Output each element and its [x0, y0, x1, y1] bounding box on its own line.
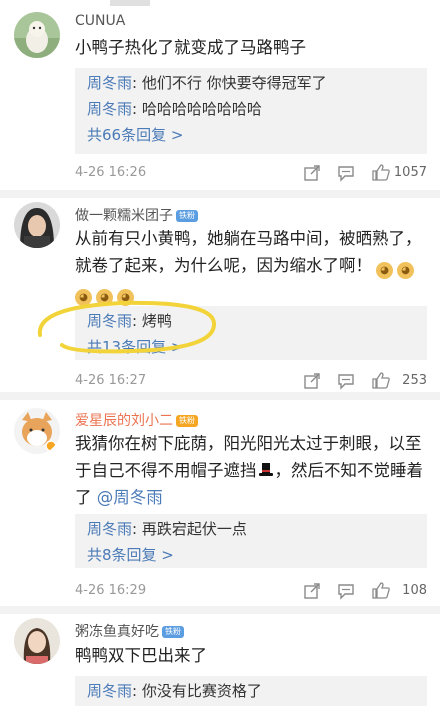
username[interactable]: 做一颗糯米团子 铁粉 [75, 205, 198, 225]
reply-line: 周冬雨: 再跌宕起伏一点 [87, 519, 247, 539]
comment-text-line: 从前有只小黄鸭，她躺在马路中间，被晒熟了， [75, 229, 422, 248]
reply-text: : 你没有比赛资格了 [132, 682, 262, 700]
username[interactable]: 爱星辰的刘小二 铁粉 [75, 410, 198, 430]
top-hat-icon [257, 460, 275, 478]
reply-box[interactable]: 周冬雨: 你没有比赛资格了 [75, 676, 427, 706]
like-count: 253 [402, 373, 427, 388]
reply-author[interactable]: 周冬雨 [87, 682, 132, 700]
comment-text-line: 于自己不得不用帽子遮挡 ，然后不知不觉睡着 [75, 457, 427, 484]
comment-meta: 4-26 16:29 108 [75, 580, 427, 602]
fan-badge: 铁粉 [176, 415, 198, 427]
share-icon[interactable] [303, 370, 325, 392]
comment-text: 鸭鸭双下巴出来了 [75, 646, 207, 665]
reply-box[interactable]: 周冬雨: 他们不行 你快要夺得冠军了 周冬雨: 哈哈哈哈哈哈哈哈 共66条回复 … [75, 68, 427, 154]
divider [0, 606, 440, 614]
comment-text-line: 就卷了起来，为什么呢，因为缩水了啊！ ◕ ◕ [75, 252, 427, 279]
like-count: 1057 [393, 165, 427, 180]
username[interactable]: CUNUA [75, 13, 125, 29]
reply-author[interactable]: 周冬雨 [87, 74, 132, 92]
comment-meta: 4-26 16:27 253 [75, 370, 427, 392]
like-icon[interactable] [371, 580, 393, 602]
comment-item: CUNUA 小鸭子热化了就变成了马路鸭子 周冬雨: 他们不行 你快要夺得冠军了 … [0, 0, 440, 190]
comment-text-line: 我猜你在树下庇荫，阳光阳光太过于刺眼，以至 [75, 434, 422, 453]
fan-badge: 铁粉 [176, 210, 198, 222]
avatar[interactable] [14, 408, 60, 454]
username[interactable]: 粥冻鱼真好吃 铁粉 [75, 621, 184, 641]
timestamp: 4-26 16:26 [75, 165, 147, 180]
share-icon[interactable] [303, 162, 325, 184]
comment-text-segment: 了 [75, 488, 92, 507]
avatar[interactable] [14, 202, 60, 248]
comment-text: 我猜你在树下庇荫，阳光阳光太过于刺眼，以至 于自己不得不用帽子遮挡 ，然后不知不觉… [75, 430, 427, 511]
divider [0, 190, 440, 198]
reply-line: 周冬雨: 你没有比赛资格了 [87, 681, 262, 701]
username-text[interactable]: 做一颗糯米团子 [75, 208, 173, 224]
like-count: 108 [402, 583, 427, 598]
timestamp: 4-26 16:27 [75, 373, 147, 388]
share-icon[interactable] [303, 580, 325, 602]
avatar[interactable] [14, 12, 60, 58]
divider [0, 392, 440, 400]
comment-text-line: 了 @周冬雨 [75, 484, 427, 511]
emoji-icon: ◕ [376, 262, 393, 279]
reply-line: 周冬雨: 哈哈哈哈哈哈哈哈 [87, 99, 262, 119]
reply-text: : 再跌宕起伏一点 [132, 520, 247, 538]
comment-feed: CUNUA 小鸭子热化了就变成了马路鸭子 周冬雨: 他们不行 你快要夺得冠军了 … [0, 0, 440, 706]
comment-item: 粥冻鱼真好吃 铁粉 鸭鸭双下巴出来了 周冬雨: 你没有比赛资格了 [0, 614, 440, 706]
fan-badge: 铁粉 [162, 626, 184, 638]
reply-text: : 他们不行 你快要夺得冠军了 [132, 74, 327, 92]
highlight-ellipse [37, 300, 216, 354]
comment-item: 爱星辰的刘小二 铁粉 我猜你在树下庇荫，阳光阳光太过于刺眼，以至 于自己不得不用帽… [0, 400, 440, 606]
like-icon[interactable] [371, 370, 393, 392]
comment-text-segment: ，然后不知不觉睡着 [274, 461, 424, 480]
username-text[interactable]: 粥冻鱼真好吃 [75, 624, 159, 640]
comment-icon[interactable] [337, 162, 359, 184]
comment-meta: 4-26 16:26 1057 [75, 162, 427, 184]
comment-icon[interactable] [337, 580, 359, 602]
comment-icon[interactable] [337, 370, 359, 392]
comment-text: 从前有只小黄鸭，她躺在马路中间，被晒熟了， 就卷了起来，为什么呢，因为缩水了啊！… [75, 225, 427, 306]
timestamp: 4-26 16:29 [75, 583, 147, 598]
emoji-icon: ◕ [397, 262, 414, 279]
mention-link[interactable]: @周冬雨 [97, 488, 163, 507]
reply-line: 周冬雨: 他们不行 你快要夺得冠军了 [87, 73, 327, 93]
reply-author[interactable]: 周冬雨 [87, 100, 132, 118]
avatar[interactable] [14, 618, 60, 664]
reply-box[interactable]: 周冬雨: 再跌宕起伏一点 共8条回复 > [75, 514, 427, 568]
more-replies-link[interactable]: 共8条回复 > [87, 545, 174, 565]
username-text[interactable]: 爱星辰的刘小二 [75, 413, 173, 429]
reply-text: : 哈哈哈哈哈哈哈哈 [132, 100, 262, 118]
comment-item: 做一颗糯米团子 铁粉 从前有只小黄鸭，她躺在马路中间，被晒熟了， 就卷了起来，为什… [0, 198, 440, 392]
comment-text-segment: 于自己不得不用帽子遮挡 [75, 461, 257, 480]
more-replies-link[interactable]: 共66条回复 > [87, 125, 183, 145]
comment-text: 小鸭子热化了就变成了马路鸭子 [75, 38, 306, 57]
like-icon[interactable] [371, 162, 393, 184]
reply-author[interactable]: 周冬雨 [87, 520, 132, 538]
comment-text-segment: 就卷了起来，为什么呢，因为缩水了啊！ [75, 256, 372, 275]
